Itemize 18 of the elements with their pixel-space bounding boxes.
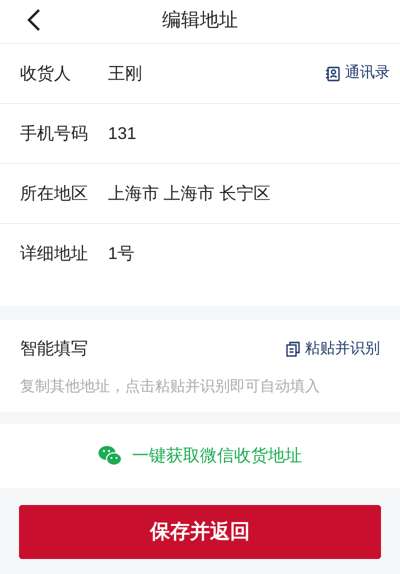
- field-label: 收货人: [20, 62, 72, 85]
- save-button[interactable]: 保存并返回: [19, 505, 381, 559]
- back-icon: [26, 8, 42, 32]
- contacts-button[interactable]: 通讯录: [325, 62, 390, 85]
- chat-bubbles-icon: [98, 445, 122, 467]
- section-title: 智能填写: [20, 338, 89, 360]
- input-field[interactable]: 1号: [108, 241, 390, 267]
- input-field[interactable]: 131: [108, 120, 390, 146]
- page-title: 编辑地址: [162, 9, 238, 34]
- address-paste-field[interactable]: 复制其他地址，点击粘贴并识别即可自动填入: [20, 376, 380, 398]
- input-field[interactable]: 王刚: [108, 60, 325, 86]
- field-label: 所在地区: [20, 182, 89, 205]
- field-label: 手机号码: [20, 122, 89, 145]
- contact-book-icon: [325, 66, 341, 82]
- paste-recognize-button[interactable]: 粘贴并识别: [285, 338, 380, 360]
- paste-icon: [285, 340, 301, 357]
- input-field[interactable]: 上海市 上海市 长宁区: [108, 180, 390, 206]
- field-label: 详细地址: [20, 243, 89, 266]
